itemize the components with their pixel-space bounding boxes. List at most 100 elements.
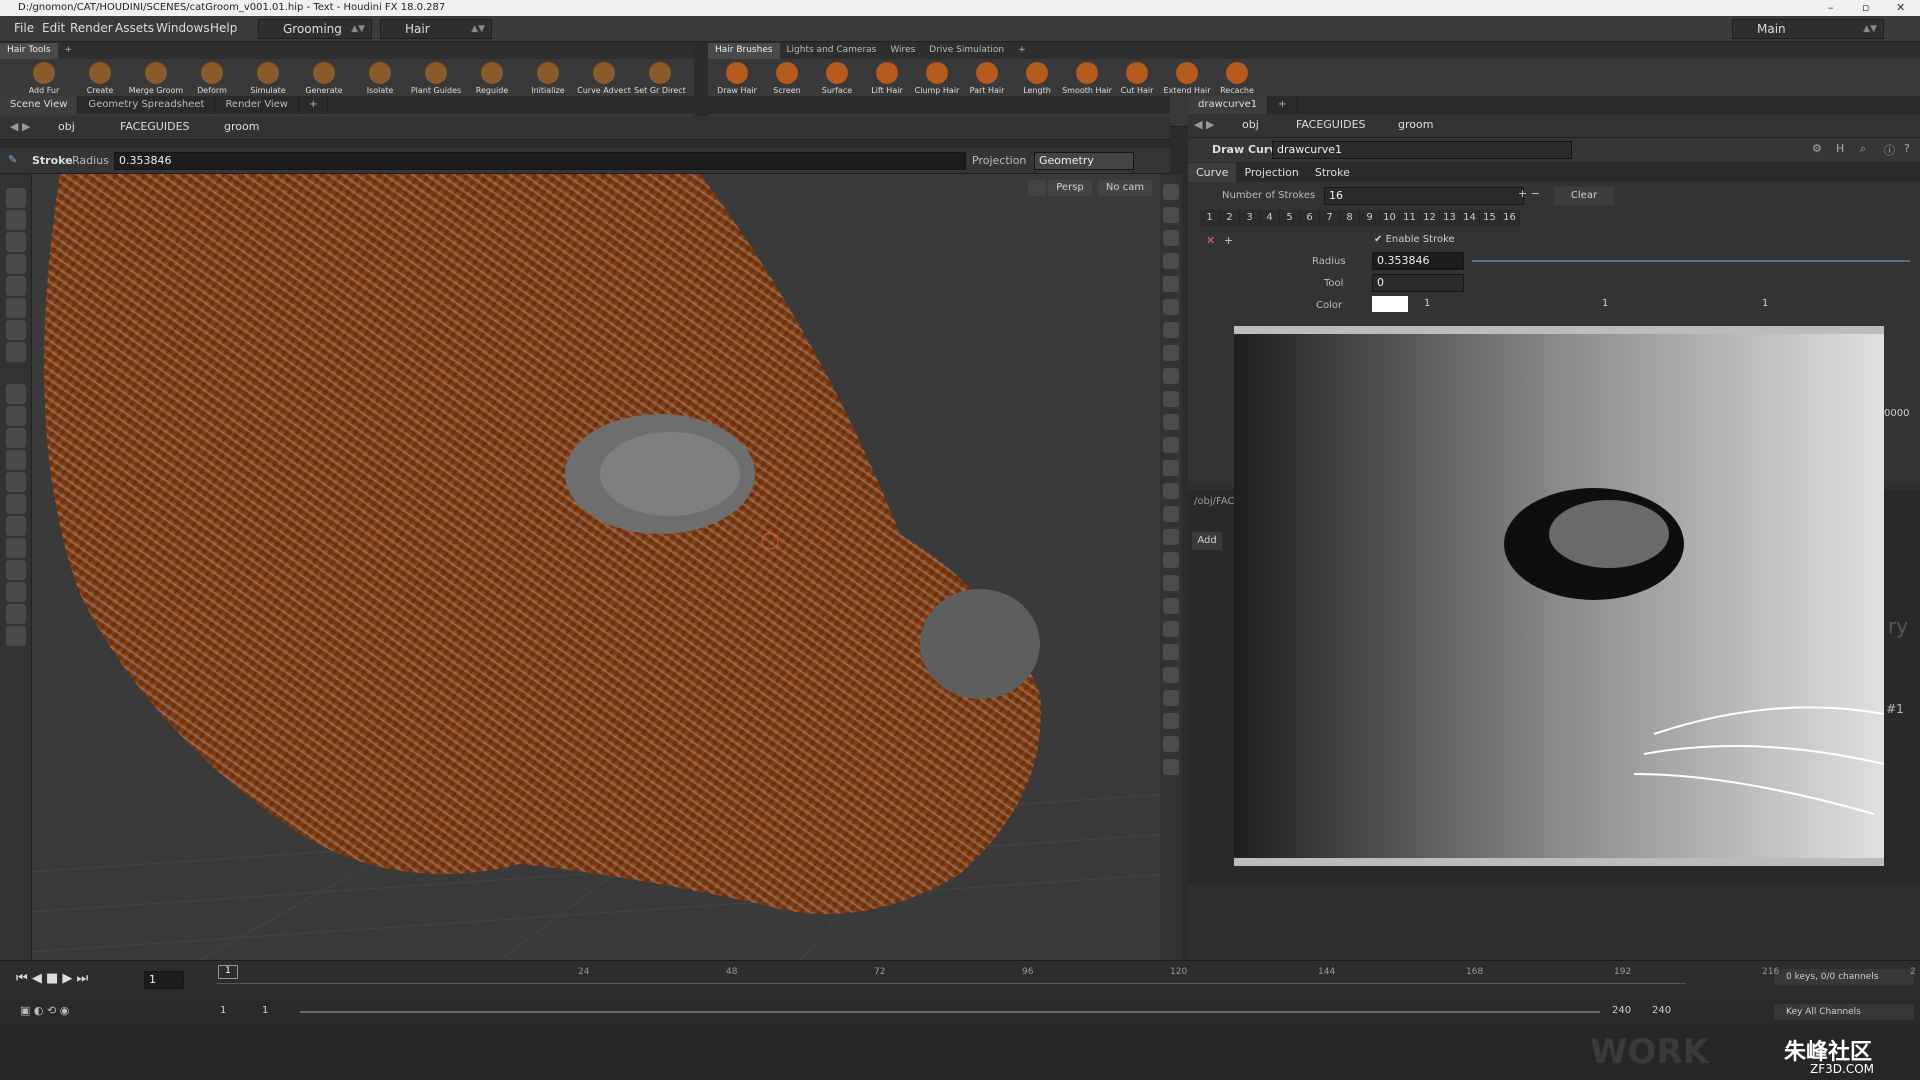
persp-menu[interactable]: Persp — [1048, 180, 1092, 196]
stroke-tab-8[interactable]: 8 — [1340, 210, 1360, 226]
viewport-tool-icon[interactable] — [6, 276, 26, 296]
playback-controls-icon[interactable]: ⏮ ◀ ■ ▶ ⏭ — [16, 971, 88, 986]
viewport-tool-icon[interactable] — [6, 298, 26, 318]
viewport-tool-icon[interactable] — [6, 320, 26, 340]
stroke-tab-3[interactable]: 3 — [1240, 210, 1260, 226]
shelf-tool-11[interactable]: Set Gr Direct — [632, 62, 688, 95]
param-radius-field[interactable]: 0.353846 — [1372, 252, 1464, 270]
viewport-tool-icon[interactable] — [6, 384, 26, 404]
color-g[interactable]: 1 — [1602, 298, 1608, 309]
info-icon[interactable]: ⓘ — [1884, 142, 1895, 158]
tab-projection[interactable]: Projection — [1236, 163, 1306, 182]
current-frame-marker[interactable]: 1 — [218, 965, 238, 979]
viewport-tool-icon[interactable] — [6, 560, 26, 580]
display-option-icon[interactable] — [1163, 598, 1179, 614]
path-faceguides[interactable]: FACEGUIDES — [120, 120, 190, 133]
key-all-channels-button[interactable]: Key All Channels — [1774, 1004, 1914, 1020]
stroke-tab-5[interactable]: 5 — [1280, 210, 1300, 226]
param-tool-field[interactable]: 0 — [1372, 274, 1464, 292]
stroke-tab-7[interactable]: 7 — [1320, 210, 1340, 226]
stroke-tab-9[interactable]: 9 — [1360, 210, 1380, 226]
shelf-add-icon[interactable]: + — [58, 43, 80, 59]
path-obj[interactable]: obj — [58, 120, 75, 133]
display-option-icon[interactable] — [1163, 368, 1179, 384]
display-option-icon[interactable] — [1163, 644, 1179, 660]
end-frame-2[interactable]: 240 — [1652, 1005, 1671, 1016]
context-select[interactable]: Hair ▲▼ — [380, 19, 492, 39]
viewport-tool-icon[interactable] — [6, 626, 26, 646]
end-frame[interactable]: 240 — [1612, 1005, 1631, 1016]
delete-stroke-icon[interactable]: ✕ — [1206, 234, 1215, 247]
viewport-tool-icon[interactable] — [6, 188, 26, 208]
radius-field[interactable]: 0.353846 — [114, 152, 966, 170]
stroke-tab-14[interactable]: 14 — [1460, 210, 1480, 226]
tab-scene-view[interactable]: Scene View — [0, 96, 79, 114]
display-option-icon[interactable] — [1163, 529, 1179, 545]
range-tools-icon[interactable]: ▣ ◐ ⟲ ◉ — [20, 1004, 69, 1017]
stroke-tab-15[interactable]: 15 — [1480, 210, 1500, 226]
add-button[interactable]: Add — [1192, 532, 1222, 550]
menu-file[interactable]: File — [14, 21, 34, 35]
add-stroke-icon[interactable]: + — [1224, 234, 1233, 247]
path-groom[interactable]: groom — [1398, 118, 1433, 131]
color-r[interactable]: 1 — [1424, 298, 1430, 309]
start-frame-2[interactable]: 1 — [262, 1005, 268, 1016]
display-option-icon[interactable] — [1163, 460, 1179, 476]
viewport-tool-icon[interactable] — [6, 406, 26, 426]
shelf-tab-wires[interactable]: Wires — [883, 43, 922, 59]
start-frame[interactable]: 1 — [220, 1005, 226, 1016]
stroke-tab-12[interactable]: 12 — [1420, 210, 1440, 226]
timeline-track[interactable] — [216, 983, 1686, 984]
range-slider[interactable] — [300, 1011, 1600, 1013]
add-tab-icon[interactable]: + — [1268, 96, 1298, 114]
stroke-tab-1[interactable]: 1 — [1200, 210, 1220, 226]
gear-icon[interactable]: ⚙ — [1812, 142, 1822, 155]
stroke-tab-13[interactable]: 13 — [1440, 210, 1460, 226]
shelf-tool-10[interactable]: Curve Advect — [576, 62, 632, 95]
color-b[interactable]: 1 — [1762, 298, 1768, 309]
stroke-tab-2[interactable]: 2 — [1220, 210, 1240, 226]
display-option-icon[interactable] — [1163, 253, 1179, 269]
display-option-icon[interactable] — [1163, 575, 1179, 591]
shelf-tab-hair-brushes[interactable]: Hair Brushes — [708, 43, 780, 59]
menu-windows[interactable]: Windows — [156, 21, 210, 35]
viewport[interactable]: Persp No cam — [0, 174, 1170, 960]
viewport-tool-icon[interactable] — [6, 472, 26, 492]
projection-select[interactable]: Geometry — [1034, 152, 1134, 170]
search-icon[interactable]: ⌕ — [1860, 142, 1866, 156]
shelf-tool-8[interactable]: Reguide — [464, 62, 520, 95]
display-option-icon[interactable] — [1163, 414, 1179, 430]
viewport-tool-icon[interactable] — [6, 494, 26, 514]
question-icon[interactable]: ? — [1904, 142, 1910, 155]
display-option-icon[interactable] — [1163, 667, 1179, 683]
stroke-tab-10[interactable]: 10 — [1380, 210, 1400, 226]
path-faceguides[interactable]: FACEGUIDES — [1296, 118, 1366, 131]
color-swatch[interactable] — [1372, 296, 1408, 312]
menu-assets[interactable]: Assets — [115, 21, 154, 35]
stroke-tab-11[interactable]: 11 — [1400, 210, 1420, 226]
path-obj[interactable]: obj — [1242, 118, 1259, 131]
brush-tool-4[interactable]: Clump Hair — [912, 62, 962, 95]
increment-icon[interactable]: + − — [1518, 187, 1540, 200]
enable-stroke-checkbox[interactable]: ✔ Enable Stroke — [1374, 234, 1455, 245]
close-icon[interactable]: ✕ — [1896, 0, 1905, 16]
camera-menu[interactable]: No cam — [1098, 180, 1152, 196]
path-groom[interactable]: groom — [224, 120, 259, 133]
viewport-tool-icon[interactable] — [6, 604, 26, 624]
display-option-icon[interactable] — [1163, 322, 1179, 338]
menu-help[interactable]: Help — [210, 21, 237, 35]
tab-geometry-spreadsheet[interactable]: Geometry Spreadsheet — [78, 96, 216, 114]
clear-button[interactable]: Clear — [1554, 187, 1614, 205]
brush-tool-9[interactable]: Extend Hair — [1162, 62, 1212, 95]
viewport-tool-icon[interactable] — [6, 538, 26, 558]
display-option-icon[interactable] — [1163, 713, 1179, 729]
lock-camera-icon[interactable] — [1028, 180, 1046, 196]
display-option-icon[interactable] — [1163, 621, 1179, 637]
brush-tool-3[interactable]: Lift Hair — [862, 62, 912, 95]
viewport-tool-icon[interactable] — [6, 516, 26, 536]
brush-tool-8[interactable]: Cut Hair — [1112, 62, 1162, 95]
minimize-icon[interactable]: – — [1828, 0, 1834, 16]
tab-drawcurve1[interactable]: drawcurve1 — [1188, 96, 1269, 114]
shelf-tab-hair-tools[interactable]: Hair Tools — [0, 43, 58, 59]
brush-tool-7[interactable]: Smooth Hair — [1062, 62, 1112, 95]
